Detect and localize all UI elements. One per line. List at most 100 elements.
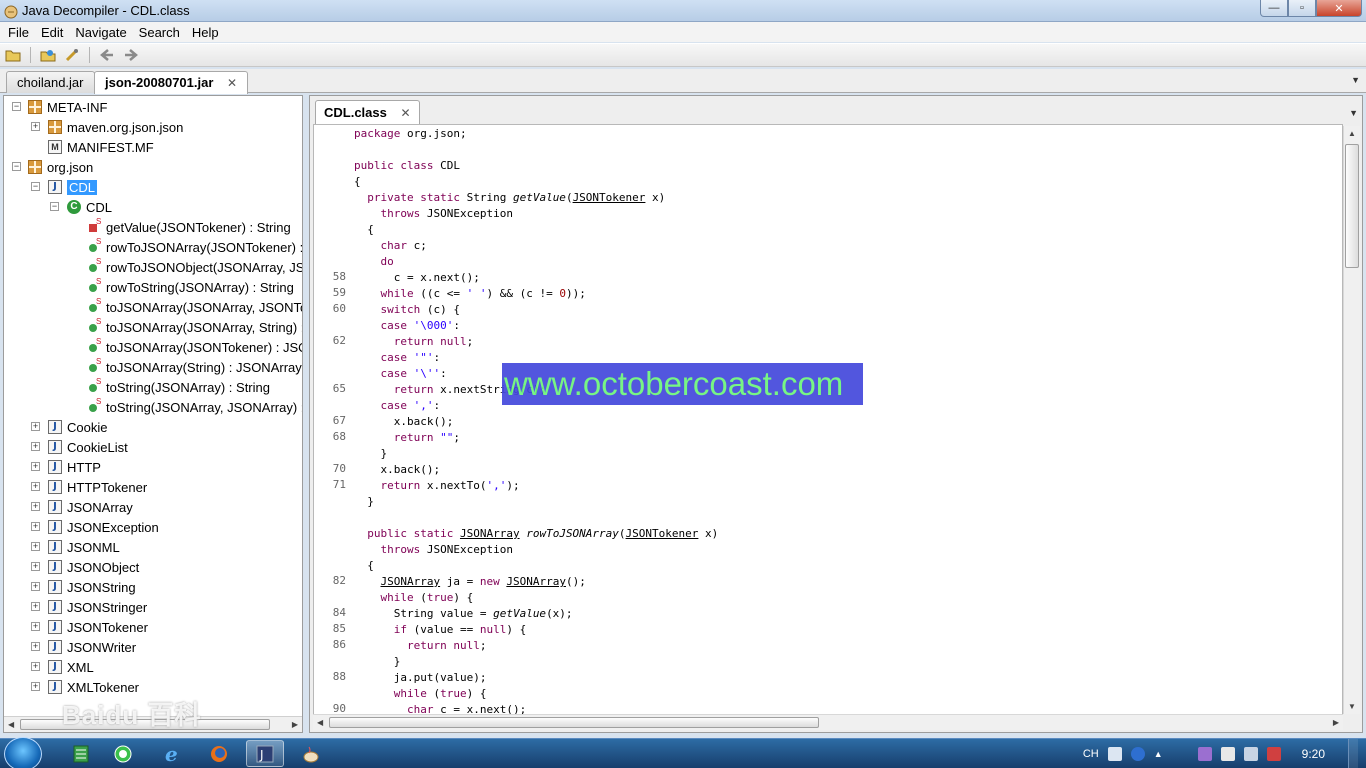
- green-app-icon[interactable]: [104, 740, 142, 767]
- tree-class-jsonobject[interactable]: J JSONObject: [48, 557, 139, 577]
- internet-explorer-icon[interactable]: e: [154, 740, 192, 767]
- expand-icon[interactable]: +: [31, 522, 40, 531]
- back-arrow-icon[interactable]: [97, 46, 117, 64]
- open-file-icon[interactable]: [3, 46, 23, 64]
- help-icon[interactable]: [1130, 747, 1145, 761]
- tree-method[interactable]: S toJSONArray(JSONArray, JSONTo: [89, 297, 302, 317]
- tree-class-jsonarray[interactable]: J JSONArray: [48, 497, 133, 517]
- expand-icon[interactable]: +: [31, 442, 40, 451]
- scroll-left-icon[interactable]: ◀: [317, 718, 323, 727]
- tree-class-jsonexception[interactable]: J JSONException: [48, 517, 159, 537]
- scroll-right-icon[interactable]: ▶: [1333, 718, 1339, 727]
- tree-node-manifest[interactable]: M MANIFEST.MF: [48, 137, 154, 157]
- language-indicator[interactable]: CH: [1083, 748, 1099, 760]
- scroll-down-icon[interactable]: ▼: [1348, 702, 1356, 711]
- java-decompiler-task-icon[interactable]: J: [246, 740, 284, 767]
- expand-icon[interactable]: +: [31, 562, 40, 571]
- editor-horizontal-scrollbar[interactable]: ◀ ▶: [313, 714, 1343, 730]
- tree-method[interactable]: S toJSONArray(String) : JSONArray: [89, 357, 302, 377]
- private-static-method-icon: S: [89, 217, 101, 234]
- tab-choiland-jar[interactable]: choiland.jar: [6, 71, 95, 93]
- close-tab-icon[interactable]: ✕: [401, 106, 411, 120]
- expand-icon[interactable]: +: [31, 622, 40, 631]
- search-icon[interactable]: [62, 46, 82, 64]
- firefox-icon[interactable]: [200, 740, 238, 767]
- expand-icon[interactable]: +: [31, 502, 40, 511]
- tree-class-jsonwriter[interactable]: J JSONWriter: [48, 637, 136, 657]
- tree-class-jsonml[interactable]: J JSONML: [48, 537, 120, 557]
- menu-search[interactable]: Search: [133, 25, 186, 40]
- coffee-app-icon[interactable]: [292, 740, 330, 767]
- maximize-button[interactable]: ▫: [1288, 0, 1316, 17]
- close-button[interactable]: ✕: [1316, 0, 1362, 17]
- spreadsheet-app-icon[interactable]: [62, 740, 100, 767]
- tree-class-cookielist[interactable]: J CookieList: [48, 437, 128, 457]
- menu-navigate[interactable]: Navigate: [69, 25, 132, 40]
- collapse-icon[interactable]: −: [12, 162, 21, 171]
- start-button[interactable]: [4, 737, 42, 768]
- menu-file[interactable]: File: [2, 25, 35, 40]
- scrollbar-thumb[interactable]: [329, 717, 819, 728]
- expand-icon[interactable]: +: [31, 482, 40, 491]
- expand-icon[interactable]: +: [31, 422, 40, 431]
- tree-class-cookie[interactable]: J Cookie: [48, 417, 107, 437]
- expand-icon[interactable]: +: [31, 542, 40, 551]
- tree-method[interactable]: S rowToJSONObject(JSONArray, JSO: [89, 257, 302, 277]
- tree-method[interactable]: S toString(JSONArray) : String: [89, 377, 270, 397]
- collapse-icon[interactable]: −: [31, 182, 40, 191]
- scroll-left-icon[interactable]: ◀: [8, 720, 14, 729]
- tree-node-label: JSONML: [67, 539, 120, 555]
- tree-method[interactable]: S toJSONArray(JSONTokener) : JSO: [89, 337, 302, 357]
- tree-node-maven[interactable]: maven.org.json.json: [48, 117, 183, 137]
- scroll-right-icon[interactable]: ▶: [292, 720, 298, 729]
- tree-method[interactable]: S rowToString(JSONArray) : String: [89, 277, 294, 297]
- tree-method[interactable]: S toString(JSONArray, JSONArray) :: [89, 397, 302, 417]
- menu-help[interactable]: Help: [186, 25, 225, 40]
- tree-method[interactable]: S toJSONArray(JSONArray, String) :: [89, 317, 302, 337]
- editor-vertical-scrollbar[interactable]: ▲ ▼: [1343, 126, 1360, 714]
- tree-node-cdl-file[interactable]: J CDL: [48, 177, 98, 197]
- tree-class-jsonstring[interactable]: J JSONString: [48, 577, 136, 597]
- expand-icon[interactable]: +: [31, 602, 40, 611]
- tray-app-icon[interactable]: [1197, 747, 1212, 761]
- tree-class-xmltokener[interactable]: J XMLTokener: [48, 677, 139, 697]
- tree-class-http[interactable]: J HTTP: [48, 457, 101, 477]
- open-type-icon[interactable]: [38, 46, 58, 64]
- collapse-icon[interactable]: −: [50, 202, 59, 211]
- clock[interactable]: 9:20: [1302, 747, 1325, 761]
- menu-edit[interactable]: Edit: [35, 25, 69, 40]
- code-view[interactable]: 58 59 60 62 65 67 68 70 71 82 84 85 86 8…: [313, 124, 1343, 716]
- forward-arrow-icon[interactable]: [121, 46, 141, 64]
- tree-node-cdl-class[interactable]: C CDL: [67, 197, 112, 217]
- editor-tab-dropdown-icon[interactable]: ▼: [1349, 108, 1358, 118]
- volume-icon[interactable]: [1266, 747, 1281, 761]
- show-hidden-icons-icon[interactable]: ▲: [1154, 749, 1163, 759]
- tree-class-xml[interactable]: J XML: [48, 657, 94, 677]
- expand-icon[interactable]: +: [31, 122, 40, 131]
- keyboard-icon[interactable]: [1107, 747, 1122, 761]
- tree-method[interactable]: S getValue(JSONTokener) : String: [89, 217, 291, 237]
- tree-class-jsontokener[interactable]: J JSONTokener: [48, 617, 148, 637]
- close-tab-icon[interactable]: ✕: [227, 76, 237, 90]
- expand-icon[interactable]: +: [31, 462, 40, 471]
- tree-node-org-json[interactable]: org.json: [28, 157, 93, 177]
- tab-cdl-class[interactable]: CDL.class ✕: [315, 100, 420, 124]
- expand-icon[interactable]: +: [31, 642, 40, 651]
- scroll-up-icon[interactable]: ▲: [1348, 129, 1356, 138]
- expand-icon[interactable]: +: [31, 582, 40, 591]
- tree-class-jsonstringer[interactable]: J JSONStringer: [48, 597, 147, 617]
- expand-icon[interactable]: +: [31, 662, 40, 671]
- tree-method[interactable]: S rowToJSONArray(JSONTokener) :: [89, 237, 302, 257]
- expand-icon[interactable]: +: [31, 682, 40, 691]
- network-icon[interactable]: [1243, 747, 1258, 761]
- collapse-icon[interactable]: −: [12, 102, 21, 111]
- tree-class-httptokener[interactable]: J HTTPTokener: [48, 477, 147, 497]
- tree-node-meta-inf[interactable]: META-INF: [28, 97, 107, 117]
- scrollbar-thumb[interactable]: [1345, 144, 1359, 268]
- show-desktop-button[interactable]: [1348, 739, 1358, 768]
- device-icon[interactable]: [1220, 747, 1235, 761]
- package-icon: [28, 160, 42, 174]
- minimize-button[interactable]: —: [1260, 0, 1288, 17]
- tab-json-jar[interactable]: json-20080701.jar ✕: [94, 71, 249, 94]
- tab-list-dropdown-icon[interactable]: ▼: [1351, 75, 1360, 85]
